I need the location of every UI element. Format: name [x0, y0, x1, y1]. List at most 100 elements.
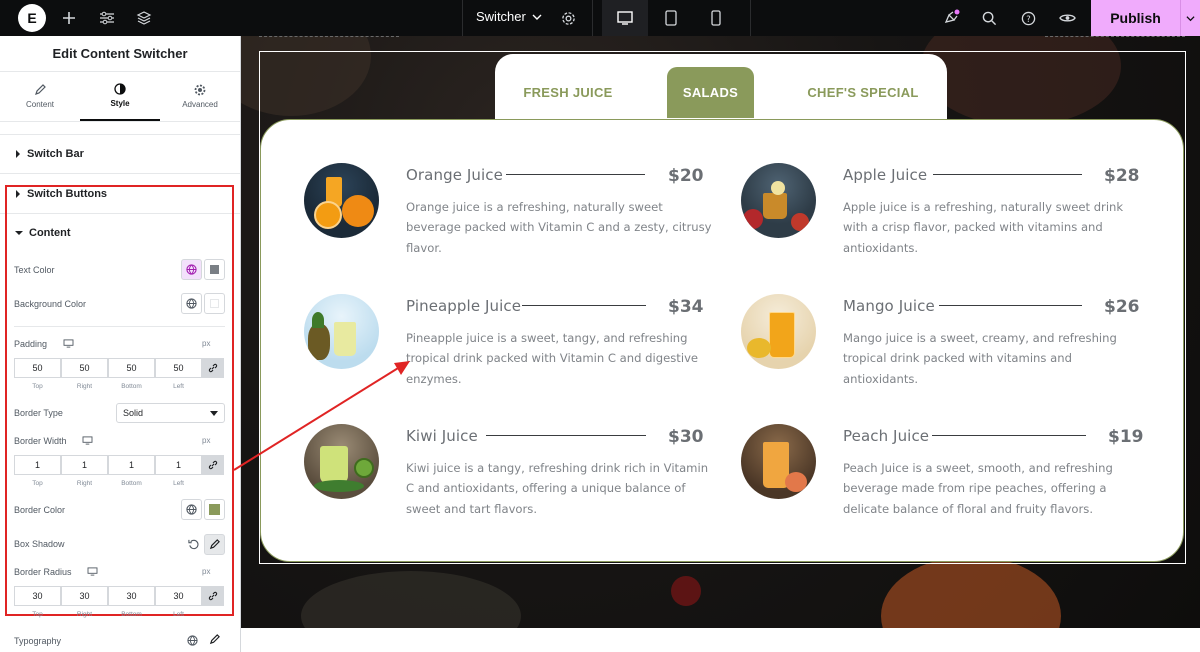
item-description: Mango juice is a sweet, creamy, and refr…	[843, 331, 1117, 386]
padding-bottom-input[interactable]: 50	[108, 358, 155, 378]
section-switch-bar[interactable]: Switch Bar	[0, 134, 240, 174]
item-price: $20	[668, 166, 704, 186]
content-section-highlight	[5, 185, 234, 616]
padding-label: Padding	[14, 339, 48, 349]
tab-chefs-special[interactable]: CHEF'S SPECIAL	[792, 67, 934, 118]
caret-right-icon	[16, 150, 20, 158]
page-name-dropdown[interactable]: Switcher	[476, 9, 542, 24]
dim-label-left: Left	[173, 611, 184, 618]
reset-icon[interactable]	[188, 539, 199, 550]
padding-unit[interactable]: px	[202, 339, 210, 348]
panel-title: Edit Content Switcher	[0, 36, 240, 72]
border-radius-bottom-input[interactable]: 30	[108, 586, 155, 606]
tab-fresh-juice[interactable]: FRESH JUICE	[507, 67, 629, 118]
tab-advanced-label: Advanced	[182, 100, 218, 109]
structure-layers-icon[interactable]	[134, 8, 154, 28]
dim-label-left: Left	[173, 480, 184, 487]
mango-shape	[747, 338, 771, 358]
border-radius-unit[interactable]: px	[202, 567, 210, 576]
pineapple-leaves-shape	[312, 312, 324, 328]
desktop-responsive-icon[interactable]	[87, 567, 98, 576]
item-description: Kiwi juice is a tangy, refreshing drink …	[406, 461, 709, 516]
glass-shape	[334, 322, 356, 356]
pineapple-juice-image	[304, 294, 379, 369]
preview-eye-icon[interactable]	[1057, 8, 1077, 28]
link-values-icon[interactable]	[202, 358, 224, 378]
section-content-label: Content	[29, 227, 71, 239]
link-values-icon[interactable]	[202, 455, 224, 475]
tab-salads[interactable]: SALADS	[667, 67, 754, 118]
publish-button[interactable]: Publish	[1091, 0, 1180, 36]
desktop-responsive-icon[interactable]	[82, 436, 93, 445]
padding-right-input[interactable]: 50	[61, 358, 108, 378]
item-divider-line	[506, 174, 645, 175]
link-values-icon[interactable]	[202, 586, 224, 606]
text-color-picker[interactable]	[204, 259, 225, 280]
chevron-down-icon	[532, 14, 542, 20]
tab-advanced[interactable]: Advanced	[160, 72, 240, 121]
border-color-swatch	[209, 504, 220, 515]
publish-options-chevron-icon[interactable]	[1180, 0, 1200, 36]
box-shadow-label: Box Shadow	[14, 539, 65, 549]
box-shadow-edit-button[interactable]	[204, 534, 225, 555]
border-radius-right-input[interactable]: 30	[61, 586, 108, 606]
padding-left-input[interactable]: 50	[155, 358, 202, 378]
border-type-value: Solid	[123, 408, 144, 418]
tab-content[interactable]: Content	[0, 72, 80, 121]
notifications-icon[interactable]	[941, 8, 961, 28]
section-content[interactable]: Content	[15, 227, 71, 239]
border-width-right-input[interactable]: 1	[61, 455, 108, 475]
background-color-picker[interactable]	[204, 293, 225, 314]
border-width-top-input[interactable]: 1	[14, 455, 61, 475]
pencil-icon[interactable]	[209, 634, 220, 645]
page-settings-gear-icon[interactable]	[558, 8, 578, 28]
dim-label-right: Right	[76, 611, 93, 618]
mint-leaves-shape	[314, 480, 364, 492]
globe-icon[interactable]	[187, 635, 198, 646]
border-radius-left-input[interactable]: 30	[155, 586, 202, 606]
global-colors-button[interactable]	[181, 293, 202, 314]
border-width-left-input[interactable]: 1	[155, 455, 202, 475]
global-colors-button[interactable]	[181, 499, 202, 520]
tab-style[interactable]: Style	[80, 72, 160, 121]
border-radius-top-input[interactable]: 30	[14, 586, 61, 606]
global-colors-button[interactable]	[181, 259, 202, 280]
border-width-label: Border Width	[14, 436, 67, 446]
glass-shape	[769, 312, 795, 358]
kiwi-juice-image	[304, 424, 379, 499]
background-orange-blur	[881, 556, 1061, 628]
mobile-view-icon[interactable]	[706, 8, 726, 28]
glass-shape	[320, 446, 348, 484]
tablet-view-icon[interactable]	[661, 8, 681, 28]
border-color-label: Border Color	[14, 505, 66, 515]
help-icon[interactable]: ?	[1018, 8, 1038, 28]
border-width-unit[interactable]: px	[202, 436, 210, 445]
mango-juice-image	[741, 294, 816, 369]
item-price: $26	[1104, 297, 1140, 317]
peach-shape	[785, 472, 807, 492]
dim-label-top: Top	[32, 611, 43, 618]
search-icon[interactable]	[979, 8, 999, 28]
border-type-select[interactable]: Solid	[116, 403, 225, 423]
panel-tabs: Content Style Advanced	[0, 72, 240, 122]
item-description: Apple juice is a refreshing, naturally s…	[843, 200, 1124, 255]
border-width-bottom-input[interactable]: 1	[108, 455, 155, 475]
site-settings-icon[interactable]	[97, 8, 117, 28]
padding-top-input[interactable]: 50	[14, 358, 61, 378]
border-color-picker[interactable]	[204, 499, 225, 520]
desktop-responsive-icon[interactable]	[63, 339, 74, 348]
item-divider-line	[522, 305, 646, 306]
globe-icon	[186, 504, 197, 515]
item-divider-line	[486, 435, 646, 436]
section-dashed-outline	[1045, 36, 1185, 37]
pineapple-shape	[308, 324, 330, 360]
dropdown-arrow-icon	[210, 410, 218, 416]
dim-label-bottom: Bottom	[121, 611, 142, 618]
add-element-icon[interactable]	[59, 8, 79, 28]
section-dashed-outline	[259, 36, 399, 37]
elementor-logo-icon[interactable]: E	[18, 4, 46, 32]
orange-shape	[342, 195, 374, 227]
item-price: $30	[668, 427, 704, 447]
dim-label-right: Right	[76, 480, 93, 487]
globe-icon	[186, 264, 197, 275]
